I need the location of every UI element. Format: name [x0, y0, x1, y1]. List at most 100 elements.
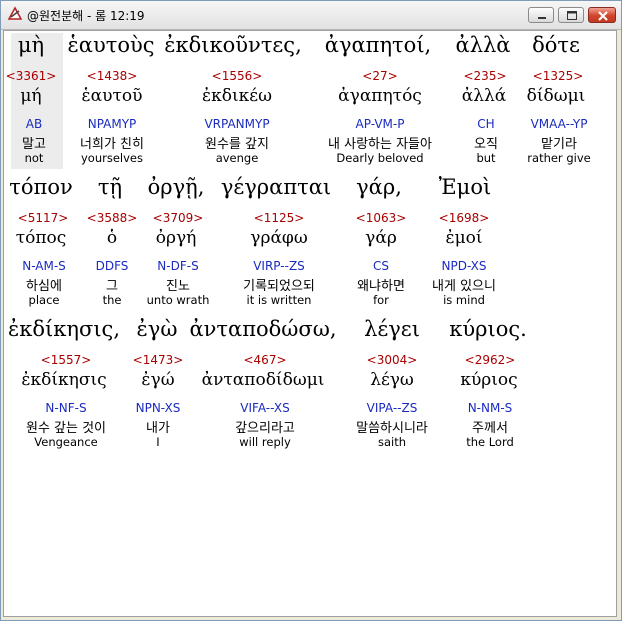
greek-surface-word[interactable]: ὀργῇ,: [148, 175, 205, 199]
greek-lemma[interactable]: ἑαυτοῦ: [82, 86, 143, 106]
close-icon: [598, 11, 608, 21]
english-gloss: Dearly beloved: [336, 151, 424, 165]
close-button[interactable]: [588, 7, 616, 23]
morphology-code[interactable]: AB: [26, 117, 42, 131]
strong-number[interactable]: <3004>: [367, 353, 418, 367]
morphology-code[interactable]: CS: [373, 259, 389, 273]
english-gloss: the: [102, 293, 122, 307]
greek-surface-word[interactable]: ἑαυτοὺς: [67, 33, 154, 57]
window-title: @원전분해 - 롬 12:19: [27, 9, 145, 23]
greek-lemma[interactable]: γάρ: [365, 228, 397, 248]
strong-number[interactable]: <3588>: [87, 211, 138, 225]
greek-lemma[interactable]: ἐμοί: [445, 228, 482, 248]
strong-number[interactable]: <1063>: [356, 211, 407, 225]
strong-number[interactable]: <2962>: [465, 353, 516, 367]
morphology-code[interactable]: VRPANMYP: [204, 117, 269, 131]
minimize-icon: [538, 17, 546, 19]
strong-number[interactable]: <3709>: [153, 211, 204, 225]
strong-number[interactable]: <1557>: [41, 353, 92, 367]
english-gloss: is mind: [443, 293, 485, 307]
greek-lemma[interactable]: κύριος: [460, 370, 517, 390]
greek-lemma[interactable]: γράφω: [250, 228, 307, 248]
morphology-code[interactable]: NPD-XS: [441, 259, 486, 273]
greek-lemma[interactable]: ἐκδίκησις: [21, 370, 106, 390]
greek-surface-word[interactable]: δότε: [532, 33, 580, 57]
morphology-code[interactable]: N-NF-S: [45, 401, 86, 415]
word-block[interactable]: ἐκδίκησις, <1557> ἐκδίκησις N-NF-S 원수 갚는…: [4, 317, 616, 457]
greek-surface-word[interactable]: ἐκδικοῦντες,: [164, 33, 302, 57]
strong-number[interactable]: <1556>: [212, 69, 263, 83]
strong-number[interactable]: <1473>: [133, 353, 184, 367]
word-block[interactable]: τόπον <5117> τόπος N-AM-S 하심에 place τῇ <…: [4, 175, 616, 315]
greek-surface-word[interactable]: κύριος.: [449, 317, 527, 341]
english-gloss: the Lord: [466, 435, 514, 449]
morphology-code[interactable]: VIFA--XS: [240, 401, 289, 415]
morphology-code[interactable]: VIRP--ZS: [253, 259, 305, 273]
greek-lemma[interactable]: ὁ: [107, 228, 117, 248]
strong-number[interactable]: <27>: [362, 69, 397, 83]
greek-surface-word[interactable]: ἐγὼ: [137, 317, 178, 341]
greek-lemma[interactable]: μή: [20, 86, 41, 106]
greek-surface-word[interactable]: τῇ: [98, 175, 122, 199]
maximize-button[interactable]: [558, 7, 584, 23]
strong-number[interactable]: <467>: [243, 353, 286, 367]
morphology-code[interactable]: CH: [477, 117, 494, 131]
greek-surface-word[interactable]: ἀγαπητοί,: [325, 33, 431, 57]
morphology-code[interactable]: NPAMYP: [88, 117, 137, 131]
greek-lemma[interactable]: ἀνταποδίδωμι: [202, 370, 325, 390]
word-block[interactable]: μὴ <3361> μή AB 말고 not ἑαυτοὺς <1438> ἑα…: [4, 33, 616, 173]
greek-lemma[interactable]: λέγω: [370, 370, 414, 390]
greek-surface-word[interactable]: Ἐμοὶ: [439, 175, 491, 199]
verse-line: ἐκδίκησις, <1557> ἐκδίκησις N-NF-S 원수 갚는…: [4, 317, 616, 457]
morphology-code[interactable]: VMAA--YP: [531, 117, 588, 131]
greek-lemma[interactable]: ἀλλά: [462, 86, 507, 106]
title-bar[interactable]: @원전분해 - 롬 12:19: [1, 1, 621, 30]
morphology-code[interactable]: VIPA--ZS: [367, 401, 418, 415]
app-window: @원전분해 - 롬 12:19 μὴ <3361> μή AB 말고 not ἑ…: [0, 0, 622, 621]
maximize-icon: [567, 11, 577, 20]
morphology-code[interactable]: N-DF-S: [157, 259, 198, 273]
english-gloss: for: [373, 293, 389, 307]
strong-number[interactable]: <1325>: [533, 69, 584, 83]
greek-surface-word[interactable]: ἐκδίκησις,: [8, 317, 120, 341]
interlinear-content: μὴ <3361> μή AB 말고 not ἑαυτοὺς <1438> ἑα…: [3, 30, 617, 617]
greek-surface-word[interactable]: μὴ: [18, 33, 44, 57]
korean-gloss: 내게 있으니: [432, 279, 496, 294]
english-gloss: it is written: [246, 293, 312, 307]
morphology-code[interactable]: NPN-XS: [136, 401, 181, 415]
strong-number[interactable]: <1698>: [439, 211, 490, 225]
morphology-code[interactable]: N-NM-S: [468, 401, 513, 415]
morphology-code[interactable]: N-AM-S: [22, 259, 66, 273]
strong-number[interactable]: <3361>: [6, 69, 57, 83]
korean-gloss: 맡기라: [541, 137, 577, 152]
greek-surface-word[interactable]: ἀνταποδώσω,: [189, 317, 336, 341]
korean-gloss: 기록되었으되: [243, 279, 315, 294]
greek-lemma[interactable]: ἀγαπητός: [338, 86, 422, 106]
english-gloss: unto wrath: [146, 293, 210, 307]
strong-number[interactable]: <5117>: [18, 211, 69, 225]
greek-surface-word[interactable]: τόπον: [9, 175, 72, 199]
korean-gloss: 왜냐하면: [357, 279, 405, 294]
greek-lemma[interactable]: ὀργή: [156, 228, 197, 248]
greek-lemma[interactable]: τόπος: [16, 228, 67, 248]
morphology-code[interactable]: AP-VM-P: [356, 117, 405, 131]
greek-surface-word[interactable]: ἀλλὰ: [456, 33, 511, 57]
korean-gloss: 내가: [146, 421, 170, 436]
korean-gloss: 원수를 갚지: [205, 137, 269, 152]
minimize-button[interactable]: [528, 7, 554, 23]
korean-gloss: 진노: [166, 279, 190, 294]
strong-number[interactable]: <1438>: [87, 69, 138, 83]
greek-surface-word[interactable]: γάρ,: [356, 175, 402, 199]
greek-lemma[interactable]: δίδωμι: [527, 86, 586, 106]
verse-line: μὴ <3361> μή AB 말고 not ἑαυτοὺς <1438> ἑα…: [4, 33, 616, 173]
morphology-code[interactable]: DDFS: [96, 259, 129, 273]
strong-number[interactable]: <235>: [463, 69, 506, 83]
greek-surface-word[interactable]: γέγραπται: [221, 175, 331, 199]
strong-number[interactable]: <1125>: [254, 211, 305, 225]
english-gloss: saith: [377, 435, 407, 449]
korean-gloss: 갚으리라고: [235, 421, 295, 436]
greek-surface-word[interactable]: λέγει: [364, 317, 420, 341]
english-gloss: place: [28, 293, 60, 307]
greek-lemma[interactable]: ἐγώ: [141, 370, 174, 390]
greek-lemma[interactable]: ἐκδικέω: [202, 86, 272, 106]
